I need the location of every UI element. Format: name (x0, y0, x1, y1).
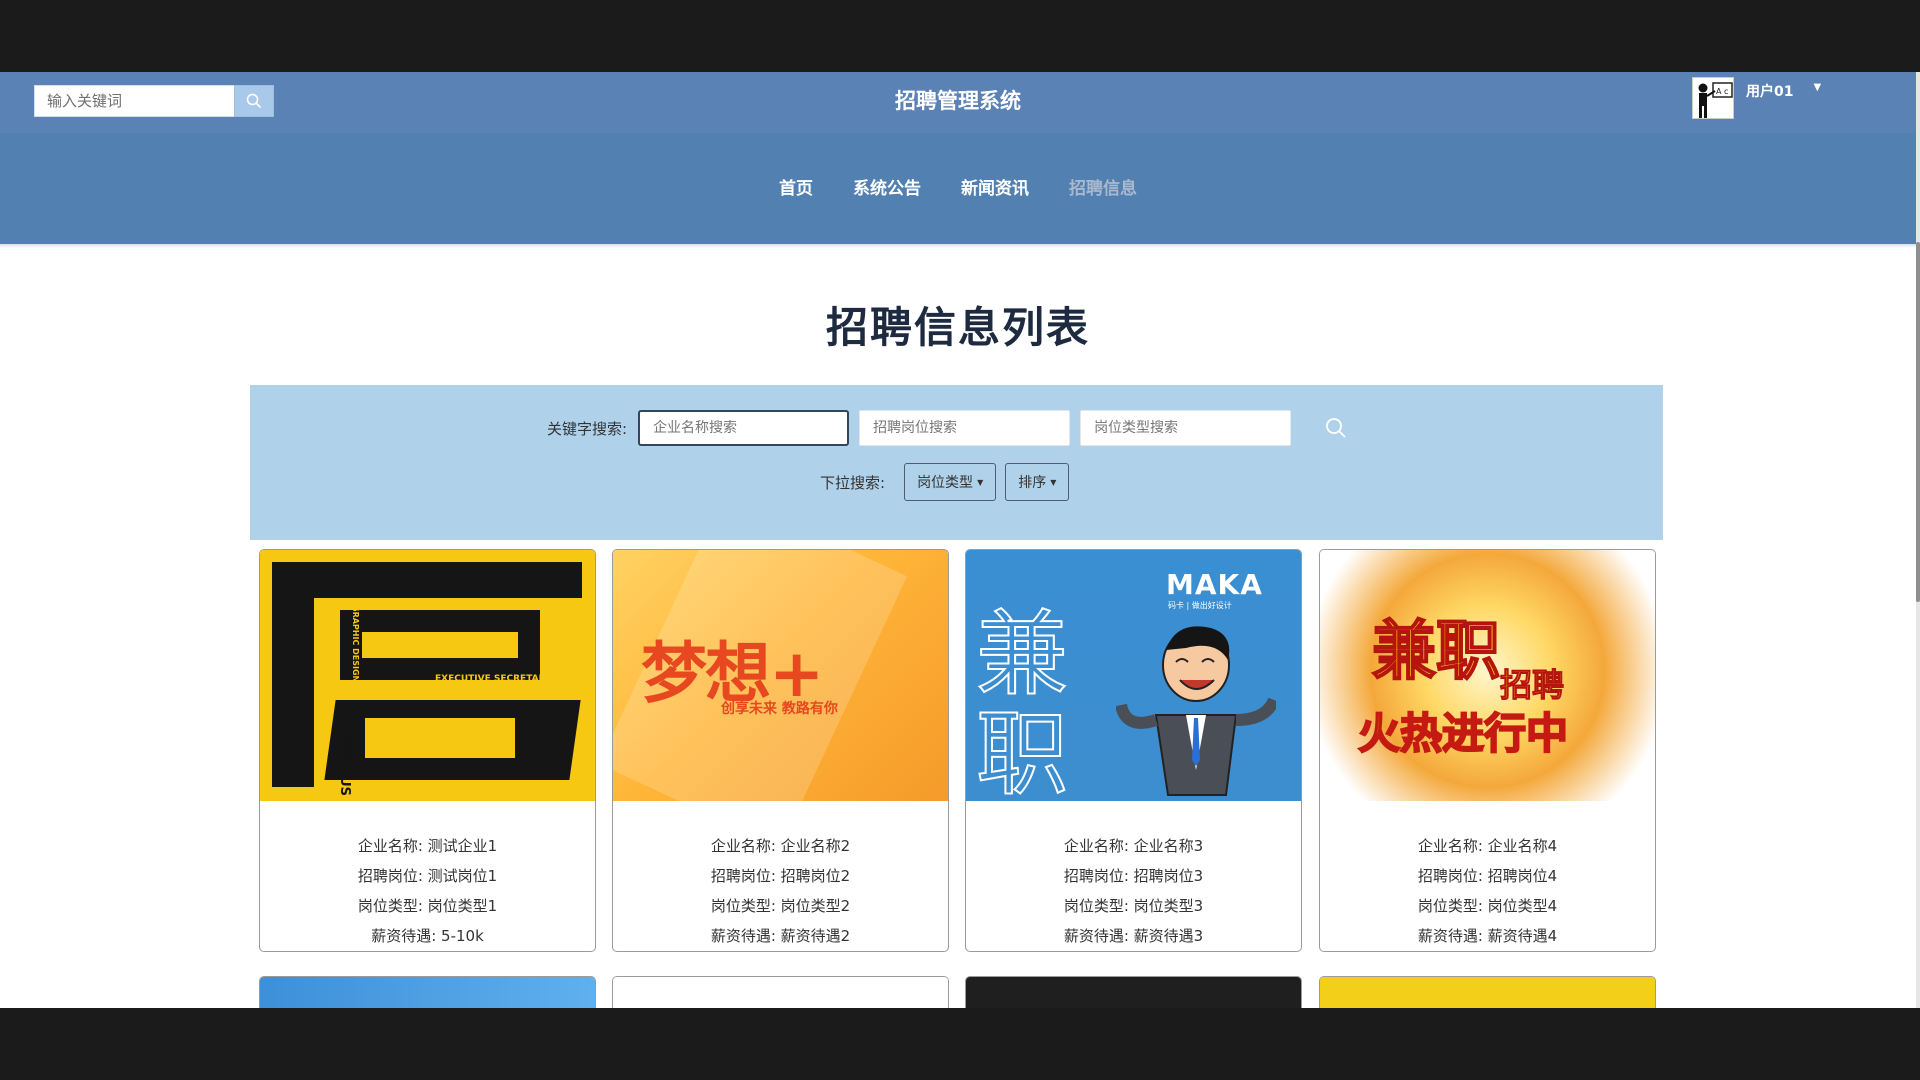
type-dropdown[interactable]: 岗位类型 ▼ (904, 463, 997, 501)
user-avatar-icon: A c (1693, 78, 1733, 118)
keyword-search-row: 关键字搜索: (547, 409, 1351, 447)
nav-item-home[interactable]: 首页 (779, 174, 813, 199)
caret-down-icon: ▼ (977, 477, 984, 487)
job-card-info: 企业名称: 企业名称2 招聘岗位: 招聘岗位2 岗位类型: 岗位类型2 薪资待遇… (613, 801, 948, 951)
nav-item-announcements[interactable]: 系统公告 (853, 174, 921, 199)
top-header: 招聘管理系统 A c 用户01 ▼ (0, 72, 1916, 133)
company-name: 企业名称: 测试企业1 (357, 837, 498, 855)
position-search-input[interactable] (859, 410, 1071, 446)
browser-page: 招聘管理系统 A c 用户01 ▼ 首页 系统公告 新闻资讯 招聘 (0, 72, 1916, 1008)
job-position: 招聘岗位: 招聘岗位2 (710, 867, 851, 885)
job-card[interactable] (612, 976, 949, 1008)
job-card[interactable] (259, 976, 596, 1008)
job-card[interactable]: MAKA 码卡 | 做出好设计 兼 职 企业名称: 企业名称3 招聘岗位: 招聘… (965, 549, 1302, 952)
salary: 薪资待遇: 薪资待遇2 (710, 927, 851, 945)
type-search-input[interactable] (1080, 410, 1292, 446)
job-card[interactable]: 聘 EXECUTIVE SECRETARY JOIN US GRAPHIC DE… (259, 549, 596, 952)
avatar: A c (1692, 77, 1734, 119)
screen-letterbox-bottom (0, 1008, 1920, 1080)
company-name: 企业名称: 企业名称3 (1063, 837, 1204, 855)
header-search (34, 85, 274, 117)
job-card-image: MAKA 码卡 | 做出好设计 兼 职 (966, 550, 1301, 801)
job-type: 岗位类型: 岗位类型3 (1063, 897, 1204, 915)
search-icon (1326, 418, 1346, 438)
job-type: 岗位类型: 岗位类型1 (357, 897, 498, 915)
job-position: 招聘岗位: 招聘岗位4 (1417, 867, 1558, 885)
salary: 薪资待遇: 薪资待遇4 (1417, 927, 1558, 945)
search-icon (246, 93, 262, 109)
panel-search-button[interactable] (1321, 413, 1351, 443)
job-card[interactable] (1319, 976, 1656, 1008)
salary: 薪资待遇: 薪资待遇3 (1063, 927, 1204, 945)
type-dropdown-label: 岗位类型 (917, 475, 974, 491)
header-search-button[interactable] (234, 85, 274, 117)
page-scrollbar-thumb[interactable] (1916, 242, 1920, 602)
caret-down-icon: ▼ (1050, 477, 1057, 487)
job-card[interactable]: 兼职 招聘 火热进行中 企业名称: 企业名称4 招聘岗位: 招聘岗位4 岗位类型… (1319, 549, 1656, 952)
job-card-info: 企业名称: 企业名称4 招聘岗位: 招聘岗位4 岗位类型: 岗位类型4 薪资待遇… (1320, 801, 1655, 951)
company-name: 企业名称: 企业名称4 (1417, 837, 1558, 855)
company-search-input[interactable] (638, 410, 850, 446)
chevron-down-icon: ▼ (1813, 82, 1822, 93)
nav-item-jobs[interactable]: 招聘信息 (1069, 174, 1137, 199)
job-card-image: 梦想+ 创享未来 教路有你 (613, 550, 948, 801)
job-card-image: 兼职 招聘 火热进行中 (1320, 550, 1655, 801)
page-scrollbar[interactable] (1916, 72, 1920, 1008)
poster-text: 码卡 | 做出好设计 (1168, 601, 1232, 610)
dropdown-search-label: 下拉搜索: (820, 473, 886, 492)
header-search-input[interactable] (34, 85, 234, 117)
sort-dropdown-label: 排序 (1018, 475, 1047, 491)
user-menu[interactable]: A c 用户01 ▼ (1692, 77, 1821, 121)
job-card-image (260, 977, 595, 1008)
poster-text: EXECUTIVE SECRETARY (435, 674, 552, 684)
user-name: 用户01 (1746, 84, 1794, 100)
poster-text: 职 (975, 700, 1069, 801)
poster-text: MAKA (1166, 568, 1263, 601)
poster-text: GRAPHIC DESIGNER (351, 605, 360, 694)
job-type: 岗位类型: 岗位类型2 (710, 897, 851, 915)
main-nav: 首页 系统公告 新闻资讯 招聘信息 (0, 133, 1916, 244)
nav-item-news[interactable]: 新闻资讯 (961, 174, 1029, 199)
job-card-info: 企业名称: 企业名称3 招聘岗位: 招聘岗位3 岗位类型: 岗位类型3 薪资待遇… (966, 801, 1301, 951)
job-card-image (966, 977, 1301, 1008)
job-card-image (613, 977, 948, 1008)
company-name: 企业名称: 企业名称2 (710, 837, 851, 855)
nav-divider (0, 244, 1916, 248)
job-card[interactable] (965, 976, 1302, 1008)
sort-dropdown[interactable]: 排序 ▼ (1005, 463, 1070, 501)
keyword-search-label: 关键字搜索: (547, 419, 628, 438)
job-type: 岗位类型: 岗位类型4 (1417, 897, 1558, 915)
poster-text: 兼职 (1371, 614, 1501, 690)
page-title: 招聘信息列表 (825, 303, 1090, 352)
job-card[interactable]: 梦想+ 创享未来 教路有你 企业名称: 企业名称2 招聘岗位: 招聘岗位2 岗位… (612, 549, 949, 952)
job-position: 招聘岗位: 招聘岗位3 (1063, 867, 1204, 885)
dropdown-search-row: 下拉搜索: 岗位类型 ▼ 排序 ▼ (820, 463, 1078, 501)
poster-text: 创享未来 教路有你 (721, 701, 838, 717)
poster-text: JOIN US (337, 740, 352, 797)
job-position: 招聘岗位: 测试岗位1 (357, 867, 498, 885)
job-card-image (1320, 977, 1655, 1008)
job-card-info: 企业名称: 测试企业1 招聘岗位: 测试岗位1 岗位类型: 岗位类型1 薪资待遇… (260, 801, 595, 951)
poster-text: 火热进行中 (1357, 708, 1569, 759)
site-title: 招聘管理系统 (895, 89, 1021, 113)
salary: 薪资待遇: 5-10k (371, 927, 484, 945)
screen-letterbox-top (0, 0, 1920, 72)
cartoon-man-illustration (1116, 626, 1276, 796)
search-panel: 关键字搜索: 下拉搜索: 岗位类型 ▼ 排序 ▼ (250, 385, 1663, 540)
job-card-image: 聘 EXECUTIVE SECRETARY JOIN US GRAPHIC DE… (260, 550, 595, 801)
svg-text:A c: A c (1716, 87, 1728, 96)
